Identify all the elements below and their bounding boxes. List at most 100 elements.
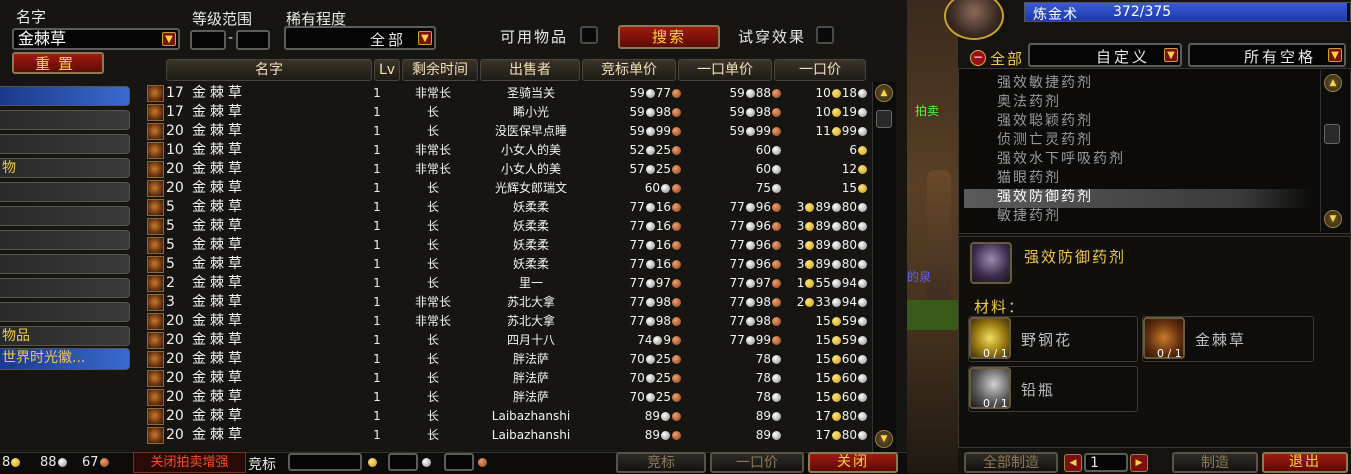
reagent-slot[interactable]: 0 / 1 铅瓶 [968, 366, 1138, 412]
reagent-slot[interactable]: 0 / 1 野钢花 [968, 316, 1138, 362]
herb-icon[interactable] [147, 180, 164, 197]
auction-row[interactable]: 20 金棘草 1 长 胖法萨 70 25 78 15 60 [146, 369, 870, 388]
recipe-item[interactable]: 强效防御药剂 [997, 188, 1093, 207]
bid-silver-input[interactable] [388, 453, 418, 471]
bid-gold-input[interactable] [288, 453, 362, 471]
herb-icon[interactable] [147, 427, 164, 444]
column-header-buyout[interactable]: 一口价 [774, 59, 866, 81]
herb-icon[interactable] [147, 256, 164, 273]
create-all-button[interactable]: 全部制造 [964, 452, 1058, 473]
herb-icon[interactable] [147, 85, 164, 102]
auction-row[interactable]: 17 金棘草 1 非常长 圣骑当关 59 77 59 88 10 18 [146, 84, 870, 103]
rarity-dropdown[interactable]: 全部 ▼ [284, 26, 436, 50]
subclass-filter-dropdown[interactable]: 自定义 ▼ [1028, 43, 1182, 67]
auction-row[interactable]: 5 金棘草 1 长 妖柔柔 77 16 77 96 3 89 80 [146, 217, 870, 236]
slot-dropdown-arrow-icon[interactable]: ▼ [1328, 48, 1342, 62]
herb-icon[interactable] [147, 123, 164, 140]
auction-scrollbar[interactable] [872, 82, 896, 452]
category-item[interactable]: 物 [0, 158, 130, 178]
subclass-dropdown-arrow-icon[interactable]: ▼ [1164, 48, 1178, 62]
recipe-item[interactable]: 强效敏捷药剂 [997, 74, 1093, 93]
herb-icon[interactable] [147, 199, 164, 216]
rarity-dropdown-arrow-icon[interactable]: ▼ [418, 31, 432, 45]
column-header-time-left[interactable]: 剩余时间 [402, 59, 478, 81]
create-button[interactable]: 制造 [1172, 452, 1258, 473]
close-enhance-button[interactable]: 关闭拍卖增强 [133, 452, 246, 473]
scroll-up-icon[interactable]: ▲ [875, 84, 893, 102]
auction-row[interactable]: 20 金棘草 1 长 Laibazhanshi 89 89 17 80 [146, 426, 870, 445]
recipe-item[interactable]: 强效水下呼吸药剂 [997, 150, 1125, 169]
column-header-name[interactable]: 名字 [166, 59, 372, 81]
recipe-item[interactable]: 敏捷药剂 [997, 207, 1061, 226]
collapse-all-icon[interactable]: − [970, 50, 986, 66]
recipe-item[interactable]: 奥法药剂 [997, 93, 1061, 112]
level-min-input[interactable] [190, 30, 226, 50]
auction-row[interactable]: 20 金棘草 1 长 胖法萨 70 25 78 15 60 [146, 388, 870, 407]
category-item[interactable]: 物品 [0, 326, 130, 346]
herb-icon[interactable] [147, 275, 164, 292]
reagent-slot[interactable]: 0 / 1 金棘草 [1142, 316, 1314, 362]
herb-icon[interactable] [147, 332, 164, 349]
auction-row[interactable]: 5 金棘草 1 长 妖柔柔 77 16 77 96 3 89 80 [146, 236, 870, 255]
category-item[interactable] [0, 110, 130, 130]
try-on-checkbox[interactable] [816, 26, 834, 44]
auction-row[interactable]: 20 金棘草 1 长 Laibazhanshi 89 89 17 80 [146, 407, 870, 426]
auction-row[interactable]: 20 金棘草 1 长 四月十八 74 9 77 99 15 59 [146, 331, 870, 350]
herb-icon[interactable] [147, 351, 164, 368]
category-item[interactable] [0, 230, 130, 250]
usable-items-checkbox[interactable] [580, 26, 598, 44]
herb-icon[interactable] [147, 408, 164, 425]
auction-row[interactable]: 20 金棘草 1 非常长 小女人的美 57 25 60 12 [146, 160, 870, 179]
potion-icon[interactable] [970, 242, 1012, 284]
column-header-level[interactable]: Lv [374, 59, 400, 81]
recipe-scroll-down-icon[interactable]: ▼ [1324, 210, 1342, 228]
herb-icon[interactable] [147, 142, 164, 159]
auction-row[interactable]: 20 金棘草 1 长没医保早点睡 59 99 59 99 11 99 [146, 122, 870, 141]
close-button[interactable]: 关闭 [808, 452, 898, 473]
category-item[interactable] [0, 182, 130, 202]
recipe-scroll-up-icon[interactable]: ▲ [1324, 74, 1342, 92]
reset-button[interactable]: 重置 [12, 52, 104, 74]
scroll-down-icon[interactable]: ▼ [875, 430, 893, 448]
name-search-input[interactable]: 金棘草 ▼ [12, 28, 180, 50]
bid-button[interactable]: 竞标 [616, 452, 706, 473]
scroll-thumb[interactable] [876, 110, 892, 128]
level-max-input[interactable] [236, 30, 270, 50]
auction-row[interactable]: 17 金棘草 1 长睎小光 59 98 59 98 10 19 [146, 103, 870, 122]
category-item[interactable] [0, 278, 130, 298]
name-dropdown-arrow-icon[interactable]: ▼ [162, 32, 176, 46]
search-button[interactable]: 搜索 [618, 25, 720, 49]
recipe-item[interactable]: 强效聪颖药剂 [997, 112, 1093, 131]
herb-icon[interactable] [147, 104, 164, 121]
auction-row[interactable]: 10 金棘草 1 非常长 小女人的美 52 25 60 6 [146, 141, 870, 160]
column-header-buyout-unit[interactable]: 一口单价 [678, 59, 772, 81]
exit-button[interactable]: 退出 [1262, 452, 1348, 473]
recipe-item[interactable]: 侦测亡灵药剂 [997, 131, 1093, 150]
column-header-seller[interactable]: 出售者 [480, 59, 580, 81]
recipe-scroll-thumb[interactable] [1324, 124, 1340, 144]
auction-row[interactable]: 5 金棘草 1 长 妖柔柔 77 16 77 96 3 89 80 [146, 198, 870, 217]
herb-icon[interactable] [147, 161, 164, 178]
category-item-selected[interactable] [0, 86, 130, 106]
craft-count-input[interactable]: 1 [1084, 453, 1128, 472]
auction-row[interactable]: 2 金棘草 1 长里一 77 97 77 97 1 55 94 [146, 274, 870, 293]
herb-icon[interactable] [147, 313, 164, 330]
herb-icon[interactable] [147, 389, 164, 406]
herb-icon[interactable] [147, 237, 164, 254]
category-item[interactable] [0, 134, 130, 154]
column-header-bid-unit[interactable]: 竞标单价 [582, 59, 676, 81]
bid-copper-input[interactable] [444, 453, 474, 471]
auction-row[interactable]: 3 金棘草 1 非常长 苏北大拿 77 98 77 98 2 33 94 [146, 293, 870, 312]
herb-icon[interactable] [147, 294, 164, 311]
auction-row[interactable]: 20 金棘草 1 长 胖法萨 70 25 78 15 60 [146, 350, 870, 369]
buyout-button[interactable]: 一口价 [710, 452, 804, 473]
category-item[interactable] [0, 206, 130, 226]
category-item[interactable] [0, 302, 130, 322]
category-item[interactable]: 世界时光徽... [0, 348, 130, 370]
slot-filter-dropdown[interactable]: 所有空格 ▼ [1188, 43, 1346, 67]
herb-icon[interactable] [147, 218, 164, 235]
recipe-item[interactable]: 猫眼药剂 [997, 169, 1061, 188]
recipe-scrollbar[interactable] [1320, 70, 1346, 232]
decrement-icon[interactable]: ◀ [1064, 454, 1082, 472]
herb-icon[interactable] [147, 370, 164, 387]
